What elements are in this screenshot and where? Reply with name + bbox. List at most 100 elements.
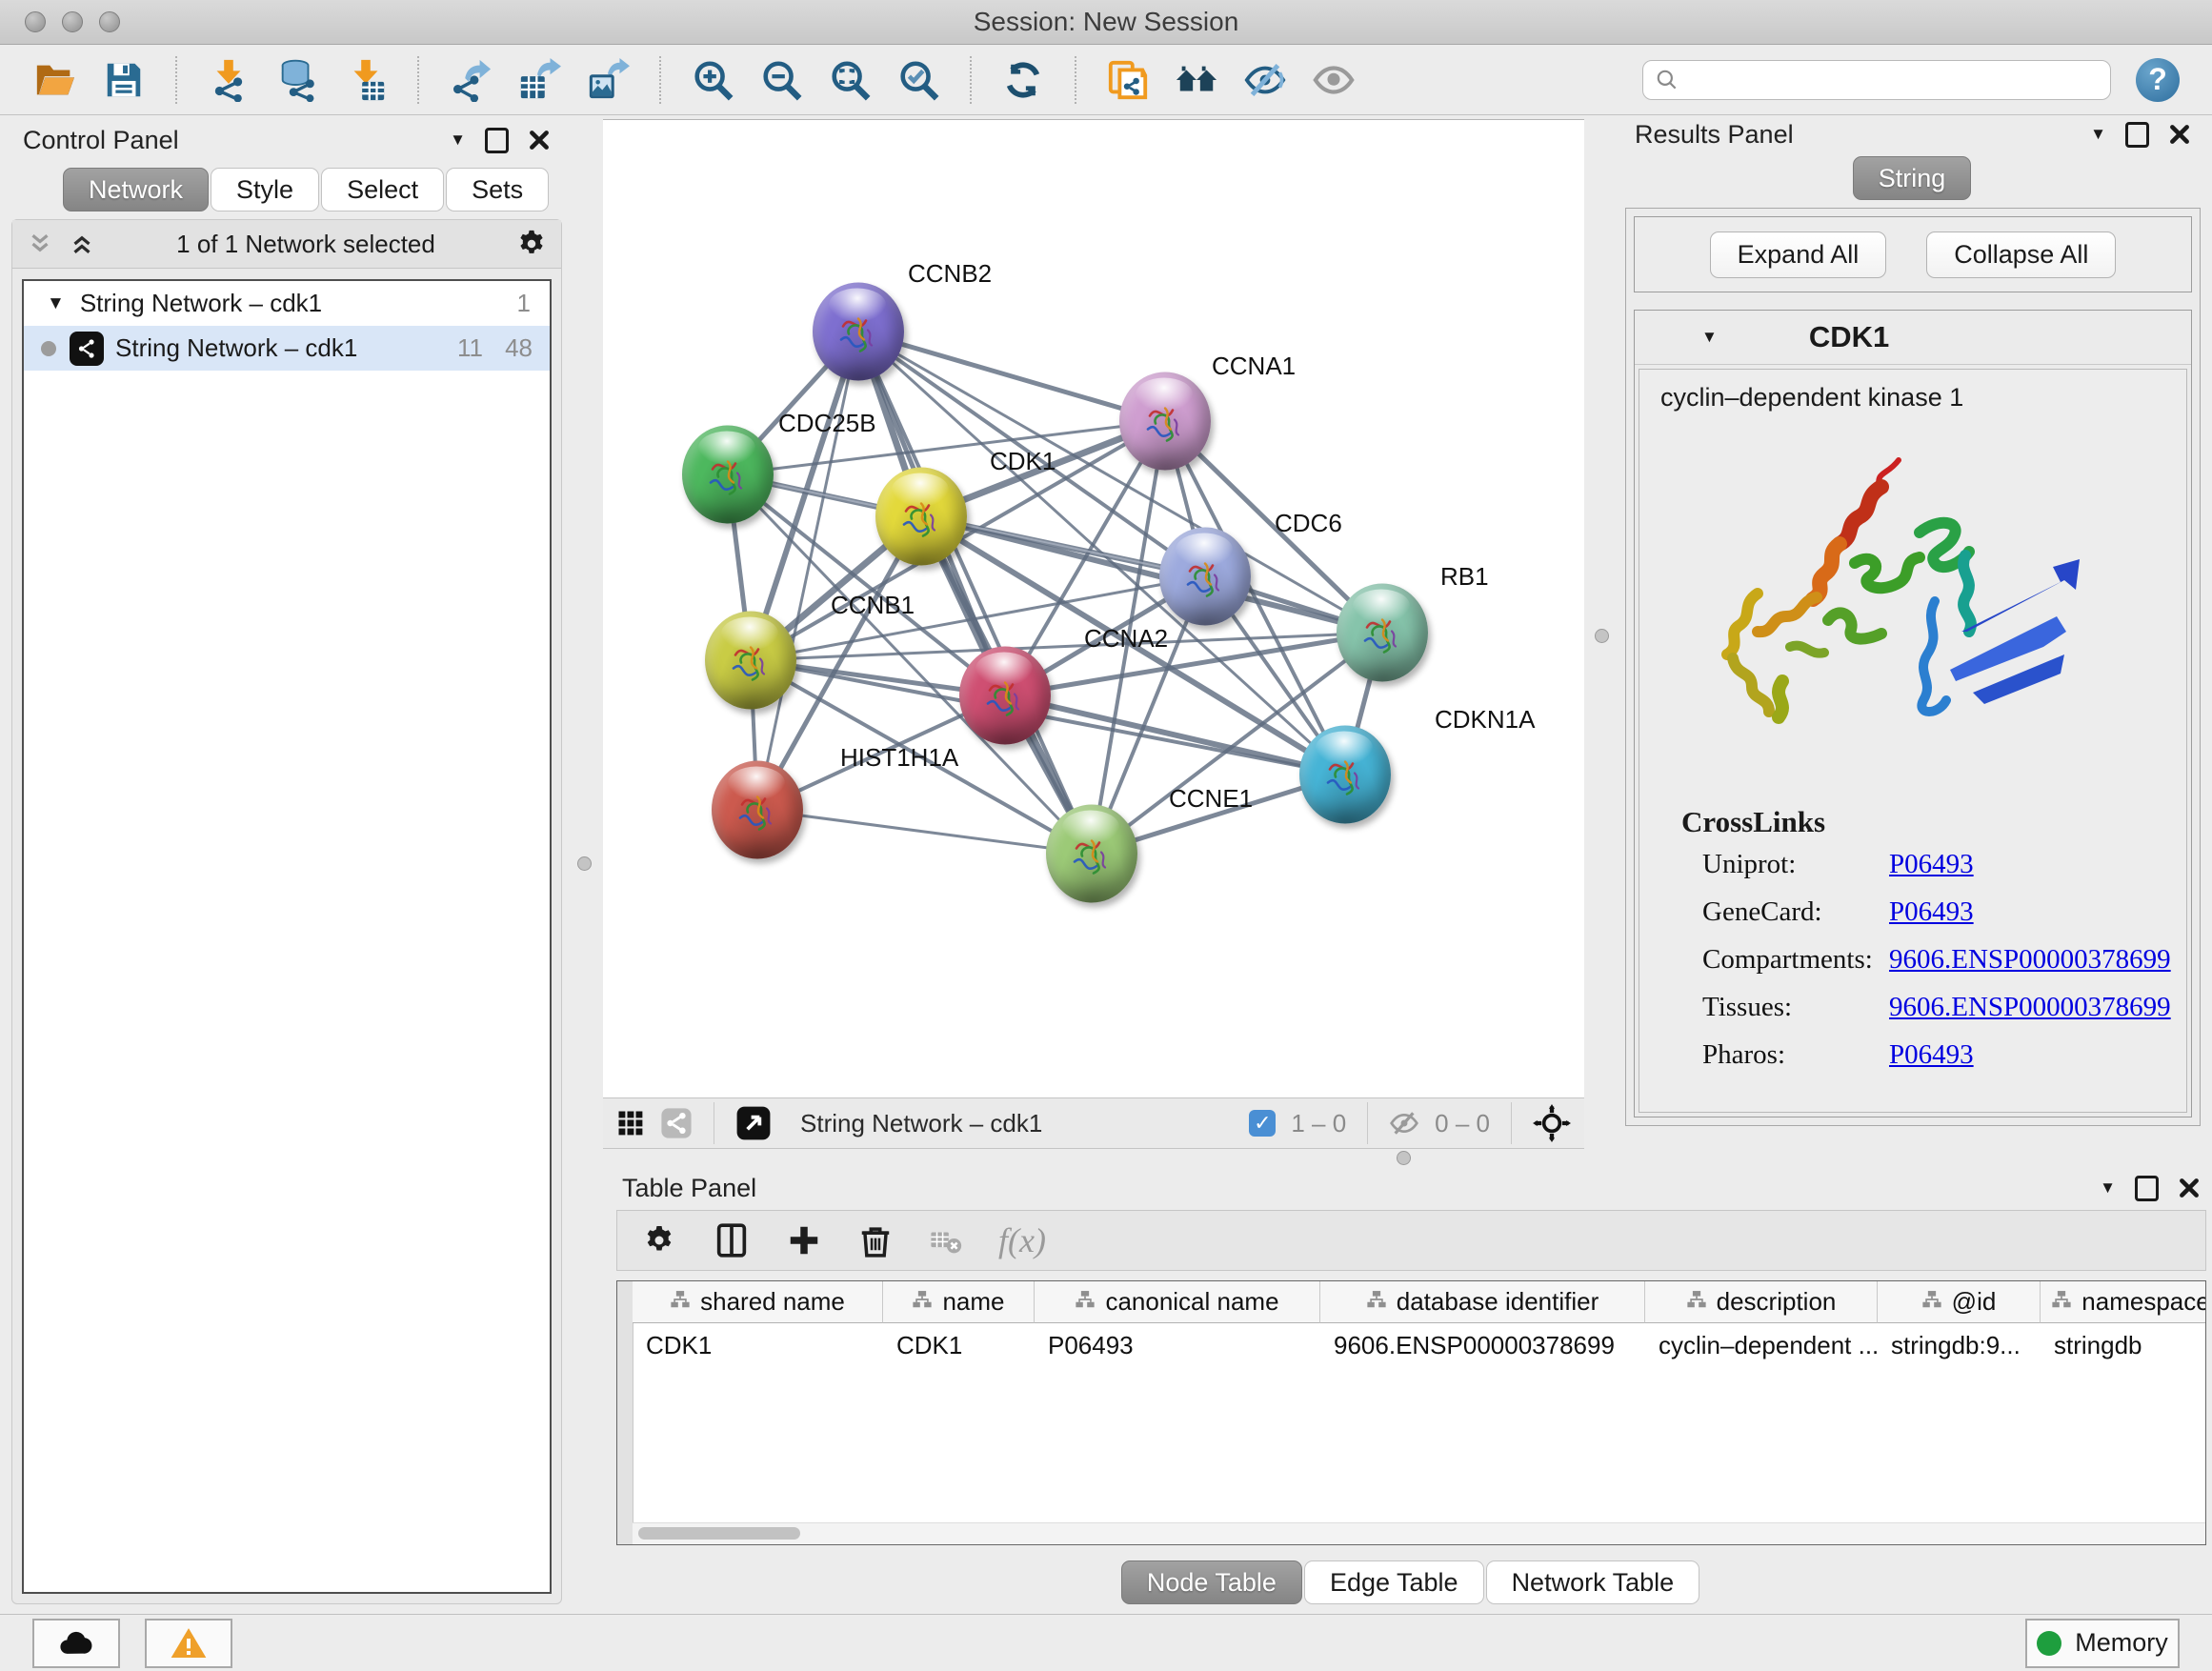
table-cell[interactable]: P06493	[1035, 1323, 1320, 1367]
column-header-@id[interactable]: @id	[1878, 1281, 2041, 1323]
cloud-button[interactable]	[32, 1619, 120, 1668]
table-options-gear-icon[interactable]	[642, 1223, 676, 1258]
tab-node-table[interactable]: Node Table	[1121, 1560, 1302, 1604]
expand-all-chevron-icon[interactable]	[26, 230, 54, 258]
panel-float-icon[interactable]	[2135, 1176, 2159, 1201]
table-cell[interactable]: stringdb:9...	[1878, 1323, 2041, 1367]
network-share-toggle-icon[interactable]	[660, 1107, 693, 1139]
collection-expand-icon[interactable]: ▼	[47, 293, 65, 314]
clone-network-button[interactable]	[1105, 57, 1151, 103]
table-row[interactable]: CDK1CDK1P064939606.ENSP00000378699cyclin…	[633, 1323, 2205, 1367]
panel-close-icon[interactable]	[528, 129, 551, 151]
gene-section-header[interactable]: ▼ CDK1	[1635, 311, 2191, 365]
column-header-canonical-name[interactable]: canonical name	[1035, 1281, 1320, 1323]
table-horizontal-scrollbar[interactable]	[633, 1522, 2205, 1544]
add-column-icon[interactable]	[787, 1223, 821, 1258]
grid-view-icon[interactable]	[616, 1109, 645, 1137]
column-header-namespace[interactable]: namespace	[2041, 1281, 2206, 1323]
zoom-selected-button[interactable]	[895, 57, 941, 103]
network-collection-row[interactable]: ▼ String Network – cdk1 1	[24, 281, 550, 326]
split-columns-icon[interactable]	[713, 1221, 751, 1259]
show-eye-button[interactable]	[1311, 57, 1357, 103]
node-CCNA1[interactable]	[1119, 372, 1211, 471]
table-cell[interactable]: cyclin–dependent ...	[1645, 1323, 1878, 1367]
node-HIST1H1A[interactable]	[712, 761, 803, 859]
panel-close-icon[interactable]	[2178, 1177, 2201, 1199]
memory-button[interactable]: Memory	[2025, 1619, 2180, 1668]
import-table-button[interactable]	[343, 57, 389, 103]
node-CDC25B[interactable]	[682, 426, 774, 524]
panel-float-icon[interactable]	[2125, 122, 2149, 148]
search-input[interactable]	[1687, 66, 2099, 94]
table-cell[interactable]: 9606.ENSP00000378699	[1320, 1323, 1645, 1367]
help-button[interactable]: ?	[2136, 58, 2180, 102]
node-CCNE1[interactable]	[1046, 805, 1137, 903]
tab-network[interactable]: Network	[63, 168, 209, 211]
collapse-all-button[interactable]: Collapse All	[1926, 232, 2116, 278]
function-builder-icon[interactable]: f(x)	[998, 1220, 1046, 1260]
panel-close-icon[interactable]	[2168, 123, 2191, 146]
crosslink-link[interactable]: P06493	[1889, 849, 1974, 880]
save-session-button[interactable]	[101, 57, 147, 103]
tab-select[interactable]: Select	[321, 168, 444, 211]
panel-menu-icon[interactable]: ▼	[2090, 125, 2106, 144]
export-image-button[interactable]	[585, 57, 631, 103]
node-CDK1[interactable]	[875, 468, 967, 566]
delete-column-icon[interactable]	[857, 1222, 894, 1258]
node-CCNB1[interactable]	[705, 612, 796, 710]
results-tab-string[interactable]: String	[1853, 156, 1972, 200]
crosshair-icon[interactable]	[1533, 1104, 1571, 1142]
hide-glasses-button[interactable]	[1242, 57, 1288, 103]
network-row[interactable]: String Network – cdk1 11 48	[24, 326, 550, 371]
options-gear-icon[interactable]	[515, 228, 548, 260]
crosslink-link[interactable]: 9606.ENSP00000378699	[1889, 944, 2171, 976]
selected-checkbox-icon[interactable]: ✓	[1249, 1110, 1276, 1137]
column-header-name[interactable]: name	[883, 1281, 1035, 1323]
column-header-shared-name[interactable]: shared name	[633, 1281, 883, 1323]
column-header-description[interactable]: description	[1645, 1281, 1878, 1323]
expand-all-button[interactable]: Expand All	[1710, 232, 1887, 278]
import-network-from-database-button[interactable]	[274, 57, 320, 103]
panel-menu-icon[interactable]: ▼	[450, 131, 466, 150]
gene-collapse-icon[interactable]: ▼	[1701, 328, 1718, 347]
clear-table-icon[interactable]	[930, 1224, 962, 1257]
tab-style[interactable]: Style	[211, 168, 319, 211]
tab-network-table[interactable]: Network Table	[1486, 1560, 1700, 1604]
panel-menu-icon[interactable]: ▼	[2100, 1178, 2116, 1198]
network-canvas[interactable]: CCNB2CCNA1CDC25BCDK1CDC6RB1CCNB1CCNA2CDK…	[603, 119, 1584, 1097]
canvas-toolbar-divider	[1511, 1102, 1512, 1144]
column-tree-icon	[1075, 1287, 1096, 1317]
node-CDKN1A[interactable]	[1299, 726, 1391, 824]
panel-float-icon[interactable]	[485, 128, 509, 153]
search-box[interactable]	[1642, 60, 2111, 100]
left-splitter-handle[interactable]	[577, 856, 592, 871]
column-header-database-identifier[interactable]: database identifier	[1320, 1281, 1645, 1323]
zoom-in-button[interactable]	[690, 57, 735, 103]
node-CCNA2[interactable]	[959, 647, 1051, 745]
table-cell[interactable]: stringdb	[2041, 1323, 2206, 1367]
table-cell[interactable]: CDK1	[633, 1323, 883, 1367]
string-home-button[interactable]	[1174, 57, 1219, 103]
collapse-all-chevron-icon[interactable]	[68, 230, 96, 258]
crosslink-link[interactable]: P06493	[1889, 1039, 1974, 1071]
export-table-button[interactable]	[516, 57, 562, 103]
table-cell[interactable]: CDK1	[883, 1323, 1035, 1367]
hidden-eye-icon[interactable]	[1389, 1108, 1419, 1138]
node-RB1[interactable]	[1337, 584, 1428, 682]
birdseye-view-icon[interactable]	[735, 1105, 772, 1141]
crosslink-link[interactable]: P06493	[1889, 896, 1974, 928]
tab-sets[interactable]: Sets	[446, 168, 549, 211]
import-network-button[interactable]	[206, 57, 251, 103]
node-CDC6[interactable]	[1159, 528, 1251, 626]
tab-edge-table[interactable]: Edge Table	[1304, 1560, 1484, 1604]
export-network-button[interactable]	[448, 57, 493, 103]
refresh-layout-button[interactable]	[1000, 57, 1046, 103]
right-splitter-handle[interactable]	[1595, 629, 1609, 643]
table-scrollbar-thumb[interactable]	[638, 1527, 800, 1540]
warning-button[interactable]	[145, 1619, 232, 1668]
open-session-button[interactable]	[32, 57, 78, 103]
zoom-out-button[interactable]	[758, 57, 804, 103]
crosslink-link[interactable]: 9606.ENSP00000378699	[1889, 992, 2171, 1023]
zoom-fit-button[interactable]	[827, 57, 873, 103]
node-CCNB2[interactable]	[813, 283, 904, 381]
